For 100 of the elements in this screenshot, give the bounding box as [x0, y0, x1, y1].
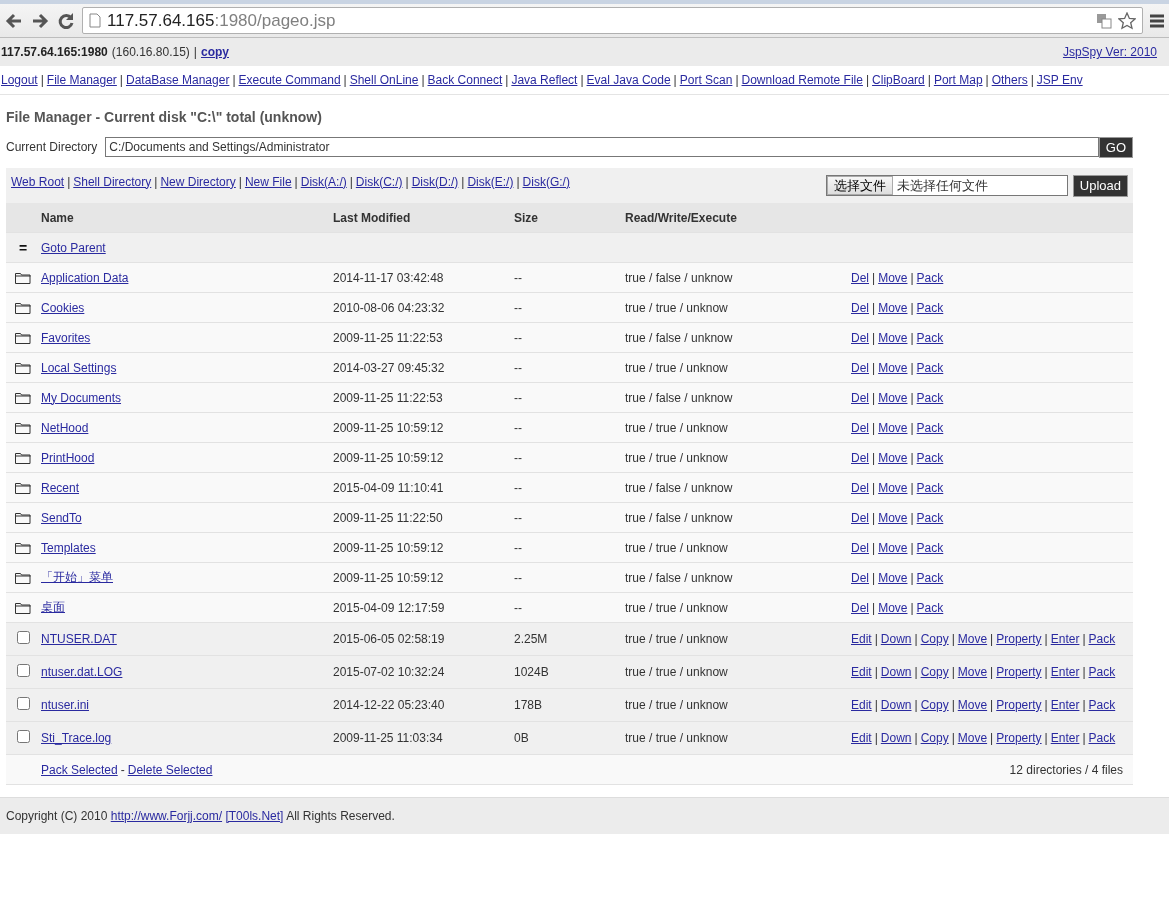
nav-link[interactable]: Eval Java Code	[586, 73, 671, 87]
action-link[interactable]: Pack	[916, 600, 944, 615]
action-link[interactable]: Down	[880, 698, 912, 712]
toolbar-link[interactable]: New Directory	[160, 174, 236, 189]
address-bar[interactable]: 117.57.64.165:1980/pageo.jsp	[82, 7, 1143, 34]
toolbar-link[interactable]: Disk(C:/)	[355, 174, 403, 189]
file-link[interactable]: ntuser.ini	[41, 698, 90, 712]
action-link[interactable]: Property	[996, 698, 1042, 712]
action-link[interactable]: Pack	[916, 510, 944, 525]
upload-button[interactable]: Upload	[1072, 174, 1128, 197]
copy-link[interactable]: copy	[200, 45, 229, 59]
action-link[interactable]: Edit	[851, 731, 872, 745]
toolbar-link[interactable]: Disk(G:/)	[522, 174, 570, 189]
nav-link[interactable]: ClipBoard	[872, 73, 925, 87]
action-link[interactable]: Pack	[916, 360, 944, 375]
toolbar-link[interactable]: Disk(A:/)	[300, 174, 347, 189]
folder-link[interactable]: PrintHood	[41, 450, 95, 465]
action-link[interactable]: Pack	[916, 540, 944, 555]
team-link[interactable]: [T00ls.Net]	[225, 809, 284, 823]
action-link[interactable]: Pack	[916, 270, 944, 285]
action-link[interactable]: Down	[880, 665, 912, 679]
action-link[interactable]: Move	[878, 390, 908, 405]
nav-link[interactable]: File Manager	[46, 73, 117, 87]
action-link[interactable]: Move	[878, 480, 908, 495]
action-link[interactable]: Enter	[1050, 731, 1080, 745]
action-link[interactable]: Move	[878, 600, 908, 615]
action-link[interactable]: Edit	[851, 665, 872, 679]
toolbar-link[interactable]: Disk(D:/)	[411, 174, 459, 189]
action-link[interactable]: Pack	[916, 450, 944, 465]
directory-field[interactable]: C:/Documents and Settings/Administrator	[105, 137, 1099, 157]
file-checkbox[interactable]	[16, 631, 30, 644]
toolbar-link[interactable]: New File	[244, 174, 292, 189]
action-link[interactable]: Move	[878, 510, 908, 525]
folder-link[interactable]: SendTo	[41, 510, 82, 525]
folder-link[interactable]: Local Settings	[41, 360, 117, 375]
action-link[interactable]: Del	[851, 360, 869, 375]
action-link[interactable]: Move	[878, 420, 908, 435]
action-link[interactable]: Del	[851, 480, 869, 495]
action-link[interactable]: Pack	[916, 390, 944, 405]
action-link[interactable]: Del	[851, 420, 869, 435]
action-link[interactable]: Move	[878, 300, 908, 315]
action-link[interactable]: Down	[880, 632, 912, 646]
action-link[interactable]: Move	[878, 270, 908, 285]
action-link[interactable]: Del	[851, 450, 869, 465]
version-link[interactable]: JspSpy Ver: 2010	[1062, 45, 1157, 59]
action-link[interactable]: Pack	[1088, 731, 1116, 745]
folder-link[interactable]: 桌面	[41, 600, 65, 614]
action-link[interactable]: Move	[878, 330, 908, 345]
file-checkbox[interactable]	[16, 697, 30, 710]
folder-link[interactable]: Cookies	[41, 300, 85, 315]
site-link[interactable]: http://www.Forjj.com/	[110, 809, 223, 823]
translate-icon[interactable]	[1096, 12, 1112, 29]
nav-link[interactable]: Others	[991, 73, 1028, 87]
action-link[interactable]: Edit	[851, 632, 872, 646]
action-link[interactable]: Copy	[920, 731, 949, 745]
action-link[interactable]: Move	[878, 360, 908, 375]
file-checkbox[interactable]	[16, 730, 30, 743]
action-link[interactable]: Enter	[1050, 665, 1080, 679]
folder-link[interactable]: Templates	[41, 540, 96, 555]
action-link[interactable]: Pack	[916, 570, 944, 585]
action-link[interactable]: Pack	[1088, 665, 1116, 679]
action-link[interactable]: Edit	[851, 698, 872, 712]
folder-link[interactable]: NetHood	[41, 420, 89, 435]
action-link[interactable]: Pack	[916, 330, 944, 345]
delete-selected-link[interactable]: Delete Selected	[127, 762, 213, 777]
toolbar-link[interactable]: Shell Directory	[73, 174, 152, 189]
nav-link[interactable]: Port Map	[933, 73, 983, 87]
file-checkbox[interactable]	[16, 664, 30, 677]
action-link[interactable]: Move	[957, 698, 988, 712]
action-link[interactable]: Del	[851, 330, 869, 345]
action-link[interactable]: Move	[957, 665, 988, 679]
action-link[interactable]: Del	[851, 600, 869, 615]
parent-link[interactable]: Goto Parent	[41, 240, 106, 255]
action-link[interactable]: Move	[957, 731, 988, 745]
action-link[interactable]: Pack	[1088, 698, 1116, 712]
toolbar-link[interactable]: Disk(E:/)	[467, 174, 514, 189]
action-link[interactable]: Move	[878, 450, 908, 465]
choose-file-button[interactable]: 选择文件	[826, 176, 893, 195]
file-link[interactable]: Sti_Trace.log	[41, 731, 112, 745]
action-link[interactable]: Del	[851, 300, 869, 315]
action-link[interactable]: Enter	[1050, 632, 1080, 646]
nav-link[interactable]: DataBase Manager	[126, 73, 230, 87]
action-link[interactable]: Property	[996, 632, 1042, 646]
folder-link[interactable]: Favorites	[41, 330, 91, 345]
action-link[interactable]: Pack	[1088, 632, 1116, 646]
go-button[interactable]: GO	[1098, 136, 1133, 158]
action-link[interactable]: Pack	[916, 420, 944, 435]
menu-icon[interactable]	[1149, 12, 1165, 29]
nav-link[interactable]: JSP Env	[1036, 73, 1083, 87]
folder-link[interactable]: Recent	[41, 480, 80, 495]
file-link[interactable]: NTUSER.DAT	[41, 632, 117, 646]
nav-link[interactable]: Execute Command	[238, 73, 341, 87]
nav-link[interactable]: Back Connect	[427, 73, 503, 87]
action-link[interactable]: Copy	[920, 698, 949, 712]
action-link[interactable]: Copy	[920, 665, 949, 679]
action-link[interactable]: Del	[851, 270, 869, 285]
action-link[interactable]: Move	[878, 540, 908, 555]
nav-link[interactable]: Port Scan	[679, 73, 733, 87]
action-link[interactable]: Del	[851, 540, 869, 555]
action-link[interactable]: Pack	[916, 300, 944, 315]
